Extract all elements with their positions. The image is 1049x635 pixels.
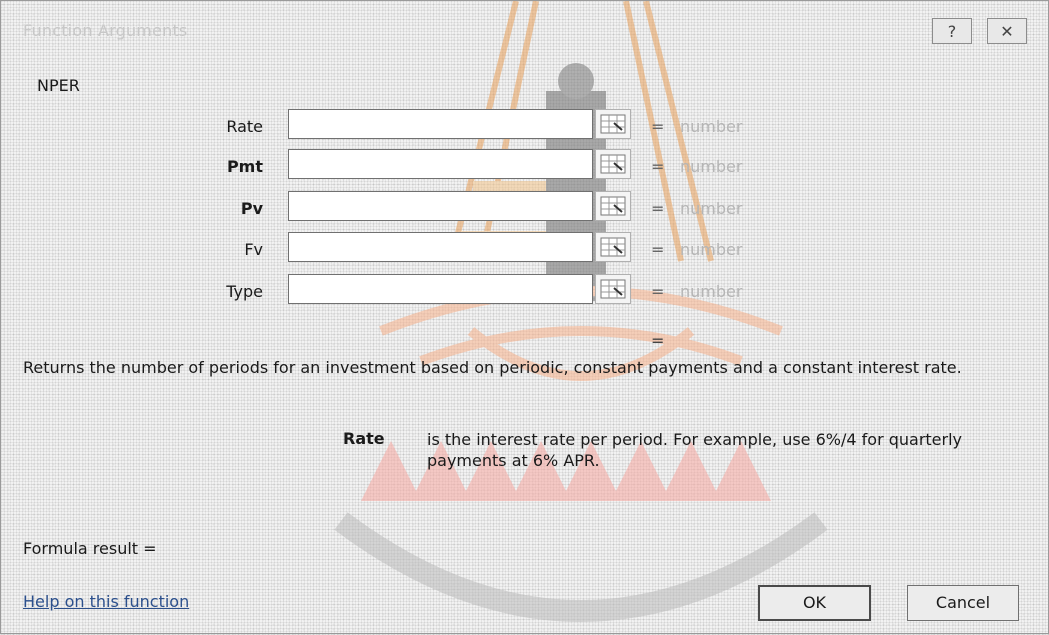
fv-range-selector-button[interactable]	[595, 232, 631, 262]
type-range-selector-button[interactable]	[595, 274, 631, 304]
function-result-equals: =	[651, 331, 665, 350]
function-arguments-dialog: Function Arguments ? ✕ NPER Rate = numbe…	[0, 0, 1049, 634]
argument-hint-fv: number	[680, 240, 743, 259]
university-seal-watermark	[334, 1, 828, 622]
argument-hint-type: number	[680, 282, 743, 301]
collapse-dialog-icon	[600, 279, 626, 299]
collapse-dialog-icon	[600, 114, 626, 134]
argument-equals-pv: =	[651, 199, 665, 218]
argument-label-pv: Pv	[240, 199, 263, 218]
help-button[interactable]: ?	[932, 18, 972, 44]
argument-hint-pv: number	[680, 199, 743, 218]
pv-range-selector-button[interactable]	[595, 191, 631, 221]
pmt-input[interactable]	[288, 149, 593, 179]
help-on-function-link[interactable]: Help on this function	[23, 592, 189, 611]
collapse-dialog-icon	[600, 237, 626, 257]
formula-result-label: Formula result =	[23, 539, 157, 558]
title-bar[interactable]: Function Arguments ? ✕	[1, 1, 1048, 44]
function-name: NPER	[37, 76, 80, 95]
close-button[interactable]: ✕	[987, 18, 1027, 44]
argument-equals-pmt: =	[651, 157, 665, 176]
rate-input[interactable]	[288, 109, 593, 139]
type-input[interactable]	[288, 274, 593, 304]
argument-label-rate: Rate	[226, 117, 263, 136]
argument-hint-rate: number	[680, 117, 743, 136]
rate-range-selector-button[interactable]	[595, 109, 631, 139]
ok-button[interactable]: OK	[758, 585, 871, 621]
pv-input[interactable]	[288, 191, 593, 221]
dialog-title: Function Arguments	[23, 21, 188, 40]
argument-hint-pmt: number	[680, 157, 743, 176]
cancel-button[interactable]: Cancel	[907, 585, 1019, 621]
argument-label-fv: Fv	[244, 240, 263, 259]
argument-equals-rate: =	[651, 117, 665, 136]
argument-label-pmt: Pmt	[226, 157, 263, 176]
function-description: Returns the number of periods for an inv…	[23, 358, 962, 377]
argument-help-text: is the interest rate per period. For exa…	[427, 430, 963, 470]
argument-help-label: Rate	[343, 429, 385, 448]
argument-equals-fv: =	[651, 240, 665, 259]
fv-input[interactable]	[288, 232, 593, 262]
argument-label-type: Type	[226, 282, 263, 301]
argument-equals-type: =	[651, 282, 665, 301]
pmt-range-selector-button[interactable]	[595, 149, 631, 179]
collapse-dialog-icon	[600, 154, 626, 174]
collapse-dialog-icon	[600, 196, 626, 216]
